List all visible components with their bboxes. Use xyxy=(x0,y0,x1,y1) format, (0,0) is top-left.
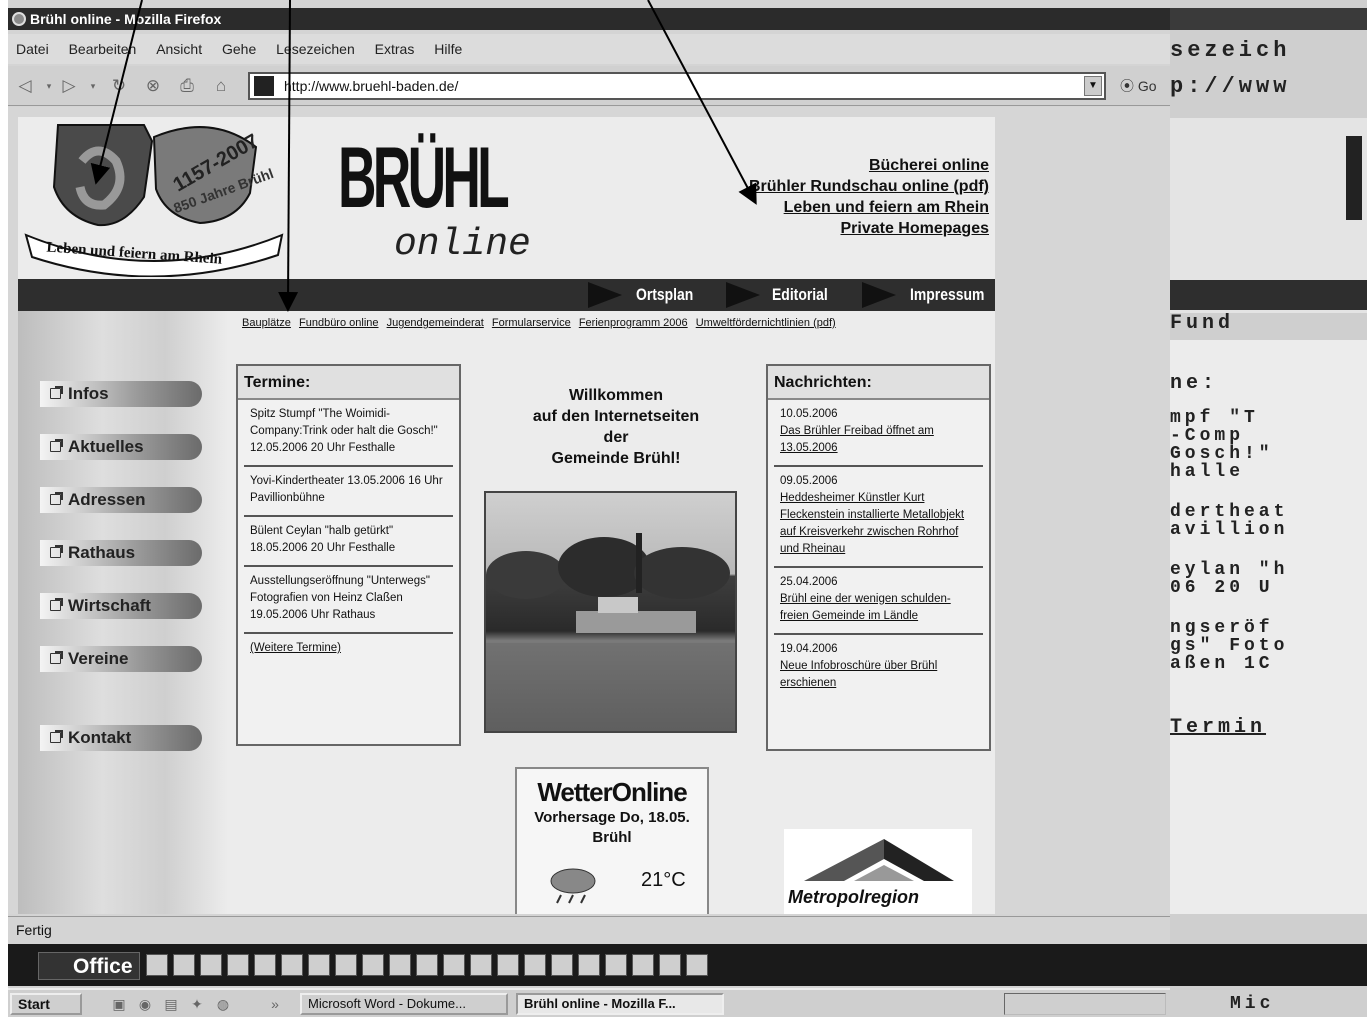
zoom-row: p://www xyxy=(1170,74,1291,99)
zoom-row: aßen 1C xyxy=(1170,654,1274,674)
zoom-row: ngseröf xyxy=(1170,618,1274,638)
zoom-row: sezeich xyxy=(1170,38,1291,63)
arrow-to-navbar xyxy=(278,0,299,312)
annotation-arrows xyxy=(90,0,757,312)
zoom-row: 06 20 U xyxy=(1170,578,1274,598)
zoom-row: eylan "h xyxy=(1170,560,1289,580)
zoomed-overlay: sezeich p://www Fund ne: mpf "T -Comp Go… xyxy=(1170,0,1367,1017)
zoom-row: ne: xyxy=(1170,372,1219,395)
zoom-row: mpf "T xyxy=(1170,408,1259,428)
zoom-row: avillion xyxy=(1170,520,1289,540)
arrow-to-logo xyxy=(90,0,143,185)
zoom-row: -Comp xyxy=(1170,426,1245,446)
arrow-to-toplinks xyxy=(647,0,757,205)
zoom-row: gs" Foto xyxy=(1170,636,1289,656)
zoom-row: Termin xyxy=(1170,716,1267,739)
zoom-row: Gosch!" xyxy=(1170,444,1274,464)
zoom-row: halle xyxy=(1170,462,1245,482)
zoom-row: Mic xyxy=(1230,994,1275,1014)
zoom-row: Fund xyxy=(1170,312,1235,335)
zoom-row: dertheat xyxy=(1170,502,1289,522)
